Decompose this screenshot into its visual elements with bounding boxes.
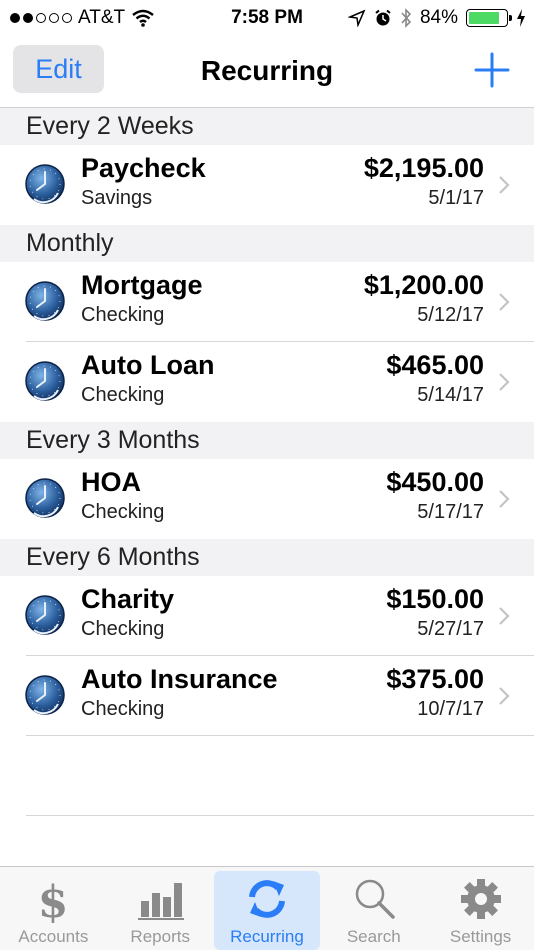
clock-icon <box>24 477 66 519</box>
item-name: Auto Insurance <box>81 664 278 694</box>
item-amount: $465.00 <box>386 350 484 380</box>
item-date: 5/12/17 <box>417 304 484 326</box>
item-date: 10/7/17 <box>417 698 484 720</box>
list-item[interactable]: Auto Loan Checking $465.00 5/14/17 <box>0 342 534 422</box>
item-account: Checking <box>81 618 165 640</box>
item-account: Checking <box>81 384 165 406</box>
tab-settings[interactable]: Settings <box>427 867 534 950</box>
tab-label: Recurring <box>230 927 304 946</box>
recurring-list: Every 2 Weeks Paycheck Savings $2,195.00 5/1… <box>0 108 534 736</box>
item-date: 5/17/17 <box>417 501 484 523</box>
chevron-right-icon <box>499 490 510 508</box>
item-amount: $1,200.00 <box>363 270 484 300</box>
refresh-icon <box>242 875 292 923</box>
chevron-right-icon <box>499 176 510 194</box>
item-account: Checking <box>81 501 165 523</box>
chevron-right-icon <box>499 373 510 391</box>
battery-fill <box>469 12 500 24</box>
item-name: Auto Loan <box>81 350 215 380</box>
list-item[interactable]: Charity Checking $150.00 5/27/17 <box>0 576 534 656</box>
chevron-right-icon <box>499 607 510 625</box>
item-amount: $150.00 <box>386 584 484 614</box>
item-account: Savings <box>81 187 153 209</box>
clock-icon <box>24 674 66 716</box>
list-separator <box>26 815 534 816</box>
item-name: Paycheck <box>81 153 206 183</box>
item-amount: $450.00 <box>386 467 484 497</box>
status-bar: AT&T 7:58 PM 84% <box>0 0 534 36</box>
section-header: Every 3 Months <box>0 422 534 459</box>
location-arrow-icon <box>347 9 366 27</box>
bluetooth-icon <box>401 8 412 28</box>
item-date: 5/27/17 <box>417 618 484 640</box>
tab-label: Search <box>346 927 401 946</box>
tab-search[interactable]: Search <box>320 867 427 950</box>
clock-icon <box>24 360 66 402</box>
tab-reports[interactable]: Reports <box>107 867 214 950</box>
list-item[interactable]: HOA Checking $450.00 5/17/17 <box>0 459 534 539</box>
alarm-icon <box>375 9 391 26</box>
add-icon[interactable] <box>472 50 512 90</box>
list-item[interactable]: Auto Insurance Checking $375.00 10/7/17 <box>0 656 534 736</box>
edit-button[interactable]: Edit <box>13 45 104 93</box>
magnifier-icon <box>349 875 399 923</box>
chevron-right-icon <box>499 687 510 705</box>
item-name: Mortgage <box>81 270 203 300</box>
chevron-right-icon <box>499 293 510 311</box>
tab-recurring[interactable]: Recurring <box>213 871 321 950</box>
item-amount: $375.00 <box>386 664 484 694</box>
status-right: 84% <box>347 7 526 29</box>
navigation-bar: Edit Recurring <box>0 36 534 108</box>
tab-label: Settings <box>449 927 512 946</box>
tab-accounts[interactable]: $ Accounts <box>0 867 107 950</box>
item-account: Checking <box>81 698 165 720</box>
battery-percent: 84% <box>419 7 458 28</box>
clock-icon <box>24 594 66 636</box>
list-item[interactable]: Mortgage Checking $1,200.00 5/12/17 <box>0 262 534 342</box>
svg-text:$: $ <box>38 877 69 923</box>
section-header: Monthly <box>0 225 534 262</box>
section-header: Every 2 Weeks <box>0 108 534 145</box>
clock-icon <box>24 280 66 322</box>
item-name: HOA <box>81 467 141 497</box>
gear-icon <box>456 875 506 923</box>
tab-label: Reports <box>130 927 190 946</box>
tab-bar: $ Accounts Reports Recurring Search Settings <box>0 866 534 950</box>
item-date: 5/14/17 <box>417 384 484 406</box>
tab-label: Accounts <box>18 927 89 946</box>
item-account: Checking <box>81 304 165 326</box>
item-amount: $2,195.00 <box>363 153 484 183</box>
section-header: Every 6 Months <box>0 539 534 576</box>
bar-chart-icon <box>135 875 185 923</box>
list-item[interactable]: Paycheck Savings $2,195.00 5/1/17 <box>0 145 534 225</box>
clock-icon <box>24 163 66 205</box>
item-date: 5/1/17 <box>428 187 484 209</box>
item-name: Charity <box>81 584 175 614</box>
charging-bolt-icon <box>517 9 525 27</box>
dollar-icon: $ <box>28 875 78 928</box>
battery-icon <box>466 9 512 27</box>
